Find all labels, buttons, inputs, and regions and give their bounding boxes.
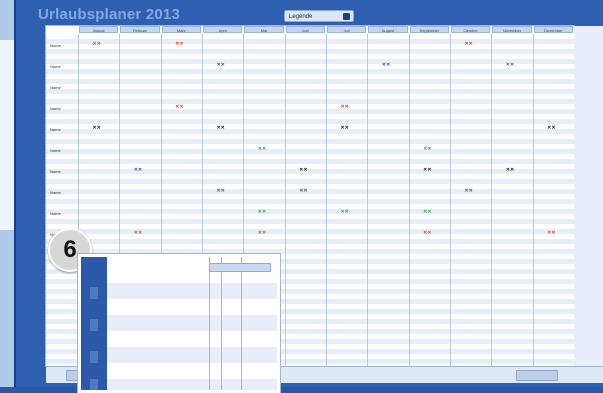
month-column-divider <box>408 34 410 366</box>
zoom-stripe <box>107 283 277 299</box>
person-label: Name <box>50 64 61 69</box>
month-header: November <box>492 26 532 33</box>
month-header: Januar <box>79 26 119 33</box>
zoom-row-marker <box>90 287 98 299</box>
vacation-mark[interactable]: ✕✕ <box>92 41 100 47</box>
vacation-mark[interactable]: ✕✕ <box>216 125 224 131</box>
vacation-mark[interactable]: ✕✕ <box>340 209 348 215</box>
vacation-mark[interactable]: ✕✕ <box>423 146 431 152</box>
vacation-mark[interactable]: ✕✕ <box>506 167 514 173</box>
vacation-mark[interactable]: ✕✕ <box>340 104 348 110</box>
month-column-divider <box>367 34 369 366</box>
month-column-divider <box>491 34 493 366</box>
month-headers: Januar Februar März April Mai Juni Juli August S… <box>78 26 574 34</box>
legend-tab[interactable]: Legende <box>284 10 354 22</box>
zoom-row-marker <box>90 351 98 363</box>
vacation-mark[interactable]: ✕✕ <box>175 104 183 110</box>
month-header: Dezember <box>533 26 573 33</box>
zoom-stripe <box>107 379 277 390</box>
vacation-mark[interactable]: ✕✕ <box>92 125 100 131</box>
month-header: März <box>161 26 201 33</box>
vacation-mark[interactable]: ✕✕ <box>464 41 472 47</box>
vacation-mark[interactable]: ✕✕ <box>299 188 307 194</box>
month-column-divider <box>326 34 327 366</box>
vacation-mark[interactable]: ✕✕ <box>340 125 348 131</box>
vacation-mark[interactable]: ✕✕ <box>258 230 266 236</box>
month-column-divider <box>532 34 534 366</box>
vacation-mark[interactable]: ✕✕ <box>134 230 142 236</box>
vacation-mark[interactable]: ✕✕ <box>134 167 142 173</box>
vacation-mark[interactable]: ✕✕ <box>175 41 183 47</box>
month-header: Mai <box>244 26 284 33</box>
vacation-mark[interactable]: ✕✕ <box>299 167 307 173</box>
person-label: Name <box>50 43 61 48</box>
person-label: Name <box>50 190 61 195</box>
vacation-mark[interactable]: ✕✕ <box>216 188 224 194</box>
vacation-mark[interactable]: ✕✕ <box>258 146 266 152</box>
month-header: Februar <box>120 26 160 33</box>
zoom-detail <box>78 254 280 393</box>
vacation-mark[interactable]: ✕✕ <box>382 62 390 68</box>
month-header: Juli <box>327 26 367 33</box>
person-label: Name <box>50 106 61 111</box>
vacation-mark[interactable]: ✕✕ <box>547 125 555 131</box>
month-header: Oktober <box>451 26 491 33</box>
zoom-divider <box>221 257 222 390</box>
vacation-mark[interactable]: ✕✕ <box>547 230 555 236</box>
vacation-mark[interactable]: ✕✕ <box>506 62 514 68</box>
zoom-divider <box>241 257 242 390</box>
person-label: Name <box>50 127 61 132</box>
person-label: Name <box>50 85 61 90</box>
legend-label: Legende <box>289 14 313 20</box>
month-column-divider <box>450 34 451 366</box>
vacation-mark[interactable]: ✕✕ <box>423 230 431 236</box>
zoom-stripe <box>107 347 277 363</box>
person-label: Name <box>50 148 61 153</box>
vacation-mark[interactable]: ✕✕ <box>423 167 431 173</box>
zoom-divider <box>209 257 210 390</box>
zoom-header-cell <box>209 263 271 272</box>
vacation-mark[interactable]: ✕✕ <box>216 62 224 68</box>
zoom-row-marker <box>90 319 98 331</box>
month-header: April <box>203 26 243 33</box>
planner-title: Urlaubsplaner 2013 <box>38 6 180 23</box>
footer-segment <box>516 370 558 381</box>
sheet-edge <box>574 26 603 366</box>
zoom-row-marker <box>90 379 98 390</box>
legend-icon <box>343 13 350 20</box>
vacation-mark[interactable]: ✕✕ <box>258 209 266 215</box>
month-header: Juni <box>285 26 325 33</box>
vacation-mark[interactable]: ✕✕ <box>423 209 431 215</box>
vacation-mark[interactable]: ✕✕ <box>464 188 472 194</box>
background-document <box>0 40 15 230</box>
month-header: August <box>368 26 408 33</box>
person-label: Name <box>50 211 61 216</box>
month-header: September <box>409 26 449 33</box>
zoom-stripe <box>107 315 277 331</box>
person-label: Name <box>50 169 61 174</box>
month-column-divider <box>284 34 286 366</box>
